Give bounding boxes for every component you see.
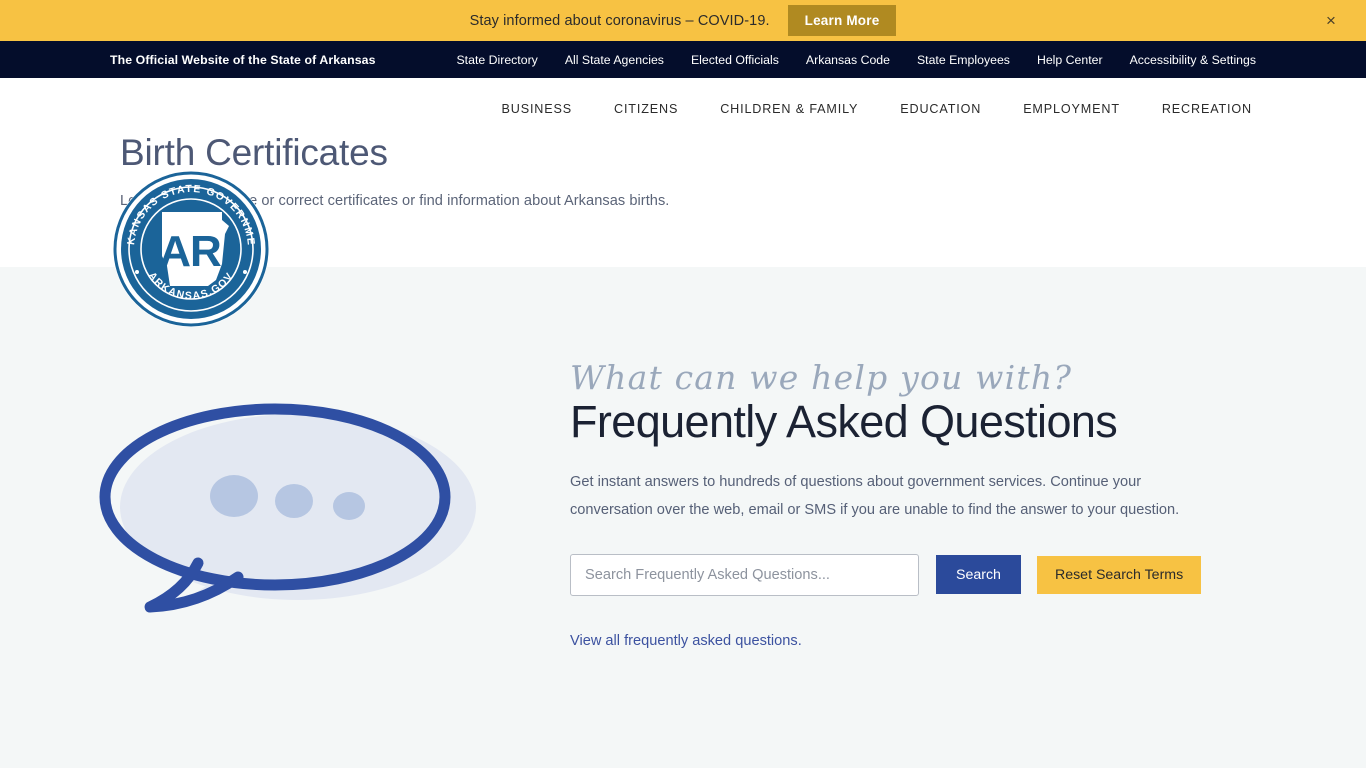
state-link-elected-officials[interactable]: Elected Officials <box>691 53 779 67</box>
faq-content: What can we help you with? Frequently As… <box>570 357 1210 650</box>
state-link-state-directory[interactable]: State Directory <box>456 53 537 67</box>
faq-section: What can we help you with? Frequently As… <box>0 267 1366 768</box>
learn-more-button[interactable]: Learn More <box>787 5 897 36</box>
search-button[interactable]: Search <box>936 555 1021 595</box>
close-icon[interactable]: × <box>1320 10 1342 32</box>
faq-search-input[interactable] <box>570 553 919 596</box>
speech-bubble-illustration <box>0 357 570 625</box>
faq-heading: Frequently Asked Questions <box>570 396 1118 447</box>
nav-item-citizens[interactable]: CITIZENS <box>614 102 678 116</box>
arkansas-seal-logo[interactable]: ARKANSAS STATE GOVERNMENT ARKANSAS.GOV A… <box>110 168 272 330</box>
state-link-all-state-agencies[interactable]: All State Agencies <box>565 53 664 67</box>
state-link-help-center[interactable]: Help Center <box>1037 53 1103 67</box>
state-link-state-employees[interactable]: State Employees <box>917 53 1010 67</box>
primary-navigation: BUSINESS CITIZENS CHILDREN & FAMILY EDUC… <box>0 78 1366 116</box>
state-bar-brand-text: The Official Website of the State of Ark… <box>110 52 376 67</box>
faq-eyebrow-text: What can we help you with? <box>570 358 1073 397</box>
state-utility-links: State Directory All State Agencies Elect… <box>456 53 1256 67</box>
nav-item-children-family[interactable]: CHILDREN & FAMILY <box>720 102 858 116</box>
nav-item-education[interactable]: EDUCATION <box>900 102 981 116</box>
reset-search-terms-button[interactable]: Reset Search Terms <box>1036 555 1202 594</box>
state-link-accessibility-settings[interactable]: Accessibility & Settings <box>1130 53 1256 67</box>
covid-alert-banner: Stay informed about coronavirus – COVID-… <box>0 0 1366 41</box>
site-header: ARKANSAS STATE GOVERNMENT ARKANSAS.GOV A… <box>0 78 1366 327</box>
state-link-arkansas-code[interactable]: Arkansas Code <box>806 53 890 67</box>
view-all-faqs-link[interactable]: View all frequently asked questions. <box>570 633 802 649</box>
nav-item-business[interactable]: BUSINESS <box>502 102 573 116</box>
speech-bubble-icon <box>99 403 476 613</box>
page-title: Birth Certificates <box>120 132 388 173</box>
svg-text:AR: AR <box>159 227 221 276</box>
covid-alert-message: Stay informed about coronavirus – COVID-… <box>469 12 770 29</box>
faq-description: Get instant answers to hundreds of quest… <box>570 473 1180 518</box>
nav-item-employment[interactable]: EMPLOYMENT <box>1023 102 1120 116</box>
faq-search-controls: Search Reset Search Terms <box>570 553 1210 596</box>
nav-item-recreation[interactable]: RECREATION <box>1162 102 1252 116</box>
seal-icon: ARKANSAS STATE GOVERNMENT ARKANSAS.GOV A… <box>110 168 269 327</box>
state-utility-bar: The Official Website of the State of Ark… <box>0 41 1366 78</box>
page-subtitle: Learn how to change or correct certifica… <box>120 192 670 209</box>
